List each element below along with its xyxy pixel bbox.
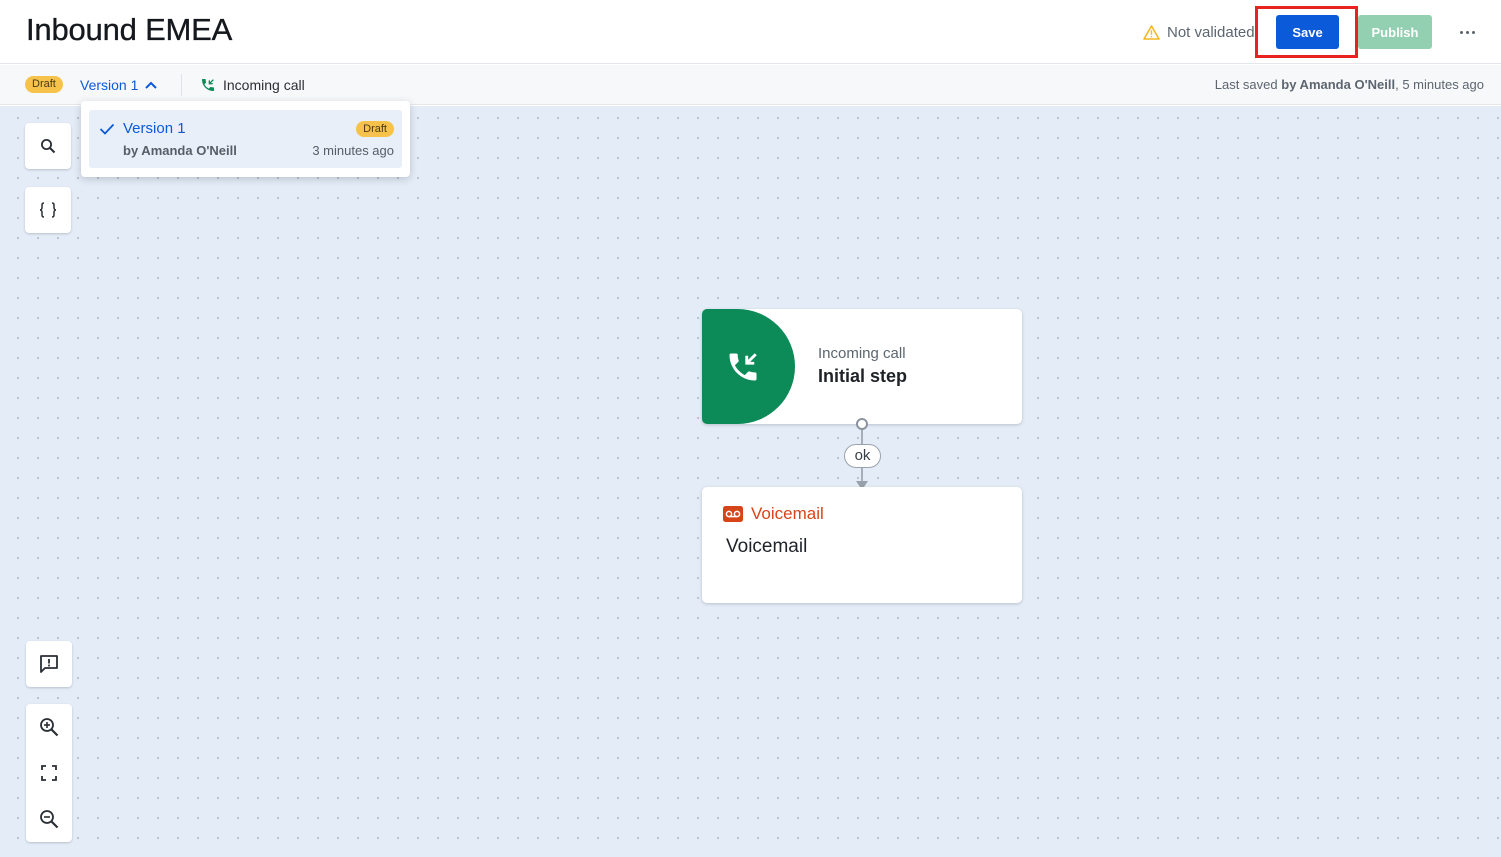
save-button[interactable]: Save [1276,15,1339,49]
node-icon-area [702,309,795,424]
page-title: Inbound EMEA [26,12,233,47]
publish-button[interactable]: Publish [1358,15,1432,49]
variables-button[interactable] [25,187,71,233]
edge-label: ok [844,444,881,468]
zoom-in-button[interactable] [26,704,72,750]
validation-status: Not validated [1143,21,1255,43]
more-options-button[interactable] [1452,20,1482,44]
fit-screen-icon [41,765,57,781]
version-option-badge: Draft [356,121,394,137]
warning-icon [1143,24,1160,40]
more-horizontal-icon [1459,30,1463,34]
zoom-out-button[interactable] [26,796,72,842]
check-icon [99,123,115,135]
zoom-controls [26,704,72,842]
incoming-call-icon [202,79,214,91]
last-saved-info: Last saved by Amanda O'Neill, 5 minutes … [1214,77,1484,92]
sub-toolbar: Draft Version 1 Incoming call Last saved… [0,65,1501,105]
flow-canvas[interactable] [0,106,1501,857]
trigger-info: Incoming call [200,75,305,95]
status-badge: Draft [25,76,63,93]
search-button[interactable] [25,123,71,169]
version-label: Version 1 [80,77,139,93]
top-bar: Inbound EMEA Not validated Save Publish [0,0,1501,64]
search-icon [41,139,56,154]
version-selector[interactable]: Version 1 [80,75,158,95]
incoming-call-icon [729,352,757,380]
zoom-out-icon [40,810,59,829]
node-title: Initial step [818,366,908,386]
feedback-button[interactable] [26,641,72,687]
version-option-author: by Amanda O'Neill [123,143,237,158]
version-option[interactable]: Version 1 Draft by Amanda O'Neill 3 minu… [89,110,402,168]
incoming-call-node[interactable]: Incoming call Initial step [702,309,1022,424]
validation-label: Not validated [1167,23,1255,41]
version-option-time: 3 minutes ago [312,143,394,158]
chevron-up-icon [145,81,158,89]
node-header: Voicemail [723,504,824,524]
trigger-label: Incoming call [223,77,305,93]
node-type-label: Voicemail [751,504,824,523]
fit-screen-button[interactable] [26,750,72,796]
voicemail-node[interactable]: Voicemail Voicemail [702,487,1022,603]
feedback-icon [40,655,58,673]
voicemail-icon [723,506,743,522]
zoom-in-icon [40,718,59,737]
version-dropdown: Version 1 Draft by Amanda O'Neill 3 minu… [81,101,410,177]
variables-icon [39,202,57,218]
version-option-name: Version 1 [123,120,186,137]
connector-handle[interactable] [856,418,868,430]
divider [181,74,182,96]
node-title: Voicemail [726,536,808,557]
node-type-label: Incoming call [818,345,906,362]
